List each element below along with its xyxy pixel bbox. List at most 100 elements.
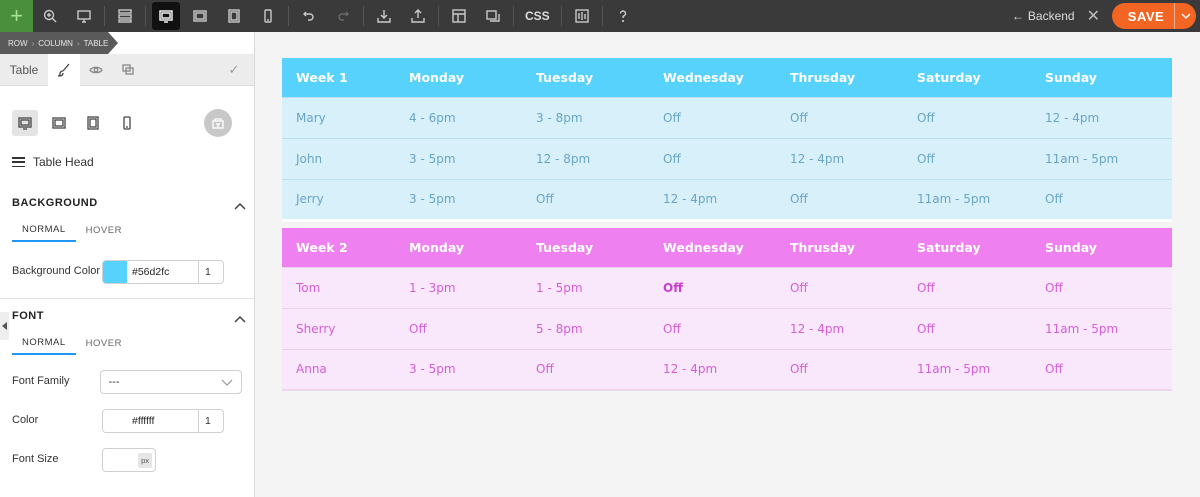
- font-header[interactable]: FONT: [0, 301, 254, 331]
- background-section: BACKGROUND NORMAL HOVER Background Color…: [0, 188, 254, 290]
- desktop-device-icon[interactable]: [12, 110, 38, 136]
- table-cell: Off: [663, 137, 790, 179]
- tablet-portrait-device-icon[interactable]: [80, 110, 106, 136]
- table-cell: 11am - 5pm: [1045, 307, 1172, 349]
- color-hex-input[interactable]: #56d2fc: [127, 261, 199, 283]
- schedule-table-week-1[interactable]: Week 1 Monday Tuesday Wednesday Thrusday Satu…: [282, 58, 1172, 222]
- tab-copy[interactable]: [112, 54, 144, 86]
- table-cell: Off: [663, 266, 790, 308]
- breadcrumb-table[interactable]: TABLE: [80, 39, 113, 48]
- table-cell: 12 - 4pm: [790, 307, 917, 349]
- eye-icon: [89, 66, 103, 73]
- table-cell: Off: [1045, 348, 1172, 390]
- table-head-row[interactable]: Week 2 Monday Tuesday Wednesday Thrusday Satu…: [282, 228, 1172, 267]
- check-icon[interactable]: ✓: [214, 54, 254, 86]
- table-row[interactable]: Jerry 3 - 5pm Off 12 - 4pm Off 11am - 5pm Off: [282, 178, 1172, 220]
- table-head-row[interactable]: Week 1 Monday Tuesday Wednesday Thrusday Satu…: [282, 58, 1172, 97]
- table-cell: 3 - 5pm: [409, 137, 536, 179]
- font-state-tabs: NORMAL HOVER: [0, 331, 254, 355]
- layers-icon[interactable]: [108, 0, 142, 32]
- help-icon[interactable]: [606, 0, 640, 32]
- menu-icon: [12, 157, 25, 167]
- breadcrumb-column[interactable]: COLUMN: [34, 39, 77, 48]
- section-title: BACKGROUND: [12, 197, 98, 209]
- table-row[interactable]: Tom 1 - 3pm 1 - 5pm Off Off Off Off: [282, 266, 1172, 308]
- page-canvas: Week 1 Monday Tuesday Wednesday Thrusday Satu…: [256, 32, 1200, 497]
- chevron-up-icon[interactable]: [234, 311, 246, 323]
- copy-icon: [122, 63, 134, 75]
- table-cell: 1 - 5pm: [536, 266, 663, 308]
- color-alpha-input[interactable]: 1: [199, 266, 223, 278]
- backend-link[interactable]: ← Backend: [1004, 9, 1083, 23]
- table-row[interactable]: John 3 - 5pm 12 - 8pm Off 12 - 4pm Off 11am - …: [282, 137, 1172, 179]
- mobile-device-icon[interactable]: [114, 110, 140, 136]
- table-cell: Off: [663, 307, 790, 349]
- table-header-cell: Tuesday: [536, 239, 594, 255]
- color-hex-input[interactable]: #ffffff: [127, 410, 199, 432]
- font-family-value: ---: [108, 376, 120, 388]
- table-cell: Sherry: [282, 307, 409, 349]
- table-header-cell: Wednesday: [663, 69, 744, 85]
- tab-table[interactable]: Table: [0, 54, 48, 86]
- chevron-up-icon[interactable]: [234, 198, 246, 210]
- tablet-landscape-device-icon[interactable]: [46, 110, 72, 136]
- table-cell: Off: [1045, 178, 1172, 220]
- redo-icon[interactable]: [326, 0, 360, 32]
- color-swatch[interactable]: [103, 261, 127, 283]
- panel-collapse-toggle[interactable]: [0, 312, 9, 340]
- table-row[interactable]: Anna 3 - 5pm Off 12 - 4pm Off 11am - 5pm Off: [282, 348, 1172, 390]
- tablet-portrait-icon[interactable]: [217, 0, 251, 32]
- settings-sliders-icon[interactable]: [565, 0, 599, 32]
- tablet-landscape-icon[interactable]: [183, 0, 217, 32]
- table-cell: 11am - 5pm: [1045, 137, 1172, 179]
- layout-icon[interactable]: [442, 0, 476, 32]
- tab-hover[interactable]: HOVER: [76, 331, 132, 355]
- font-color-field[interactable]: #ffffff 1: [102, 409, 224, 433]
- font-size-input[interactable]: px: [102, 448, 156, 472]
- tab-hover[interactable]: HOVER: [76, 218, 132, 242]
- table-cell: Off: [790, 348, 917, 390]
- tab-normal[interactable]: NORMAL: [12, 331, 76, 355]
- templates-icon[interactable]: [476, 0, 510, 32]
- table-cell: Jerry: [282, 178, 409, 220]
- table-header-cell: Thrusday: [790, 69, 856, 85]
- color-alpha-input[interactable]: 1: [199, 415, 223, 427]
- color-swatch[interactable]: [103, 410, 127, 432]
- table-cell: 12 - 4pm: [663, 178, 790, 220]
- tab-visibility[interactable]: [80, 54, 112, 86]
- table-cell: 1 - 3pm: [409, 266, 536, 308]
- table-header-cell: Saturday: [917, 69, 981, 85]
- table-cell: Off: [536, 178, 663, 220]
- table-cell: Off: [536, 348, 663, 390]
- chevron-down-icon[interactable]: [1174, 3, 1196, 29]
- schedule-table-week-2[interactable]: Week 2 Monday Tuesday Wednesday Thrusday Satu…: [282, 228, 1172, 391]
- table-row[interactable]: Mary 4 - 6pm 3 - 8pm Off Off Off 12 - 4pm: [282, 96, 1172, 138]
- undo-icon[interactable]: [292, 0, 326, 32]
- css-button[interactable]: CSS: [517, 9, 558, 23]
- preview-icon[interactable]: [67, 0, 101, 32]
- element-selector[interactable]: Table Head: [0, 142, 254, 182]
- font-family-row: Font Family ---: [0, 369, 254, 395]
- mobile-icon[interactable]: [251, 0, 285, 32]
- save-button[interactable]: SAVE: [1112, 3, 1196, 29]
- upload-icon[interactable]: [401, 0, 435, 32]
- add-element-button[interactable]: +: [0, 0, 33, 32]
- unit-badge[interactable]: px: [138, 452, 152, 468]
- download-icon[interactable]: [367, 0, 401, 32]
- breadcrumb-row[interactable]: ROW: [4, 39, 32, 48]
- background-header[interactable]: BACKGROUND: [0, 188, 254, 218]
- reset-style-icon[interactable]: [204, 109, 232, 137]
- font-family-select[interactable]: ---: [99, 370, 242, 394]
- table-row[interactable]: Sherry Off 5 - 8pm Off 12 - 4pm Off 11am - 5pm: [282, 307, 1172, 349]
- tab-style[interactable]: [48, 53, 80, 86]
- table-header-cell: Sunday: [1045, 239, 1097, 255]
- table-header-cell: Week 1: [296, 69, 348, 85]
- panel-tabs: Table ✓: [0, 53, 254, 86]
- desktop-view-icon[interactable]: [152, 2, 180, 30]
- close-icon[interactable]: ✕: [1083, 6, 1112, 26]
- background-color-field[interactable]: #56d2fc 1: [102, 260, 224, 284]
- tab-normal[interactable]: NORMAL: [12, 218, 76, 242]
- search-icon[interactable]: [33, 0, 67, 32]
- table-cell: Anna: [282, 348, 409, 390]
- table-cell: John: [282, 137, 409, 179]
